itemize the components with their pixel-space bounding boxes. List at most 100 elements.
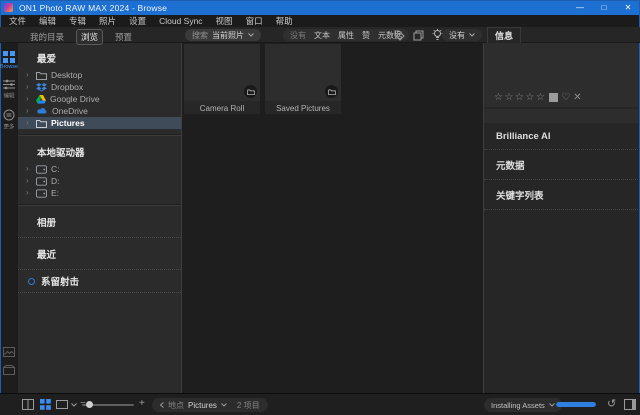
local-drives-header[interactable]: 本地驱动器 [18,140,181,163]
menu-cloud-sync[interactable]: Cloud Sync [159,16,202,26]
chevron-right-icon[interactable]: › [26,95,32,103]
menu-settings[interactable]: 设置 [129,15,146,27]
refresh-icon[interactable]: ↺ [607,397,616,410]
like-heart-icon[interactable]: ♡ [561,92,570,103]
toolbar-icons [394,29,443,41]
folder-tile-camera-roll[interactable]: Camera Roll [184,44,260,114]
module-browse[interactable]: Browse [0,51,19,70]
dual-browse-icon[interactable] [22,399,34,410]
module-more[interactable]: 更多 [3,109,15,131]
section-keyword-list[interactable]: 关键字列表 [484,180,640,210]
photo-icon[interactable] [3,347,15,357]
section-brilliance-ai[interactable]: Brilliance AI [484,123,640,150]
chevron-right-icon[interactable]: › [26,165,32,173]
folder-thumbnail[interactable] [265,44,341,101]
detail-view-icon[interactable] [56,400,68,409]
menu-photo[interactable]: 照片 [99,15,116,27]
breadcrumb-folder[interactable]: Pictures [188,401,217,410]
chevron-right-icon[interactable]: › [26,119,32,127]
sidebar-item-desktop[interactable]: › Desktop [18,69,181,81]
menu-edit[interactable]: 编辑 [39,15,56,27]
chevron-right-icon[interactable]: › [26,71,32,79]
menu-file[interactable]: 文件 [9,15,26,27]
folder-icon [247,89,255,95]
info-panel-tab[interactable]: 信息 [487,27,521,43]
albums-header[interactable]: 相册 [18,210,181,233]
sidebar-item-dropbox[interactable]: › Dropbox [18,81,181,93]
filter-text[interactable]: 文本 [314,30,330,41]
onedrive-icon [36,107,48,115]
rail-bottom-icons [3,347,15,393]
sidebar-item-label: OneDrive [52,106,88,116]
tag-icon[interactable] [394,30,405,41]
search-scope-dropdown[interactable]: 搜索 当前照片 [185,29,261,41]
zoom-slider-knob[interactable] [86,401,93,408]
grid-view-icon[interactable] [40,399,51,410]
top-toolbar: 我的目录 浏览 预置 搜索 当前照片 没有 文本 属性 赞 元数据 [0,27,640,43]
chevron-right-icon[interactable]: › [26,177,32,185]
window-title: ON1 Photo RAW MAX 2024 - Browse [19,3,167,13]
info-panel: ☆☆☆☆☆ ♡ ✕ Brilliance AI 元数据 关键字列表 [483,43,640,393]
chevron-down-icon[interactable] [71,403,77,407]
module-browse-label: Browse [0,64,18,69]
sidebar-item-drive-d[interactable]: › D: [18,175,181,187]
browse-sidebar: 最爱 › Desktop › Dropbox › [18,43,182,393]
sidebar-item-google-drive[interactable]: › Google Drive [18,93,181,105]
bottom-bar: − + 地点 Pictures 2 项目 Installing Assets ↺ [0,393,640,415]
tab-my-catalogs[interactable]: 我的目录 [26,30,68,44]
app-logo-icon [4,3,13,12]
folder-tile-label: Saved Pictures [265,101,341,114]
sidebar-item-label: Google Drive [50,94,100,104]
panel-toggle-icon[interactable] [624,399,636,410]
chevron-right-icon[interactable]: › [26,83,32,91]
folder-icon [36,71,47,80]
dislike-icon[interactable]: ✕ [573,92,581,103]
chevron-right-icon[interactable]: › [26,189,32,197]
sidebar-item-label: Desktop [51,70,82,80]
folder-icon [36,119,47,128]
sidebar-item-pictures[interactable]: › Pictures [18,117,181,129]
menu-window[interactable]: 窗口 [246,15,263,27]
box-icon[interactable] [3,365,15,375]
menu-help[interactable]: 帮助 [276,15,293,27]
chevron-right-icon[interactable]: › [26,107,32,115]
section-metadata[interactable]: 元数据 [484,150,640,180]
breadcrumb[interactable]: 地点 Pictures 2 项目 [152,398,268,412]
sidebar-item-drive-e[interactable]: › E: [18,187,181,199]
filter-liked[interactable]: 赞 [362,30,370,41]
sidebar-item-label: D: [51,176,60,186]
recent-header[interactable]: 最近 [18,242,181,265]
tab-browse[interactable]: 浏览 [76,29,103,45]
search-scope-value: 当前照片 [212,30,244,41]
tethered-shooting-item[interactable]: 系留射击 [18,274,181,288]
maximize-button[interactable]: □ [592,0,616,15]
color-label-swatch[interactable] [549,93,558,102]
close-button[interactable]: ✕ [616,0,640,15]
menu-bar: 文件 编辑 专辑 照片 设置 Cloud Sync 视图 窗口 帮助 [0,15,640,27]
grid-icon [3,51,15,63]
star-rating[interactable]: ☆☆☆☆☆ [494,92,546,103]
sidebar-item-label: E: [51,188,59,198]
layers-icon[interactable] [413,30,424,41]
menu-view[interactable]: 视图 [216,15,233,27]
main-area: Browse 编辑 更多 [0,43,640,393]
sidebar-item-drive-c[interactable]: › C: [18,163,181,175]
status-dropdown[interactable]: Installing Assets [484,398,562,412]
sidebar-item-onedrive[interactable]: › OneDrive [18,105,181,117]
quick-filter-dropdown[interactable]: 没有 [442,29,482,41]
folder-tile-saved-pictures[interactable]: Saved Pictures [265,44,341,114]
favorites-header[interactable]: 最爱 [18,46,181,69]
menu-album[interactable]: 专辑 [69,15,86,27]
chevron-left-icon[interactable] [160,402,164,408]
module-edit[interactable]: 编辑 [3,79,15,100]
section-divider [18,292,181,293]
filter-none[interactable]: 没有 [290,30,306,41]
quick-filter-value: 没有 [449,30,465,41]
section-divider [18,134,181,135]
zoom-in-button[interactable]: + [139,398,145,409]
status-label: Installing Assets [491,401,545,410]
tab-presets[interactable]: 预置 [111,30,136,44]
filter-attributes[interactable]: 属性 [338,30,354,41]
minimize-button[interactable]: — [568,0,592,15]
folder-thumbnail[interactable] [184,44,260,101]
